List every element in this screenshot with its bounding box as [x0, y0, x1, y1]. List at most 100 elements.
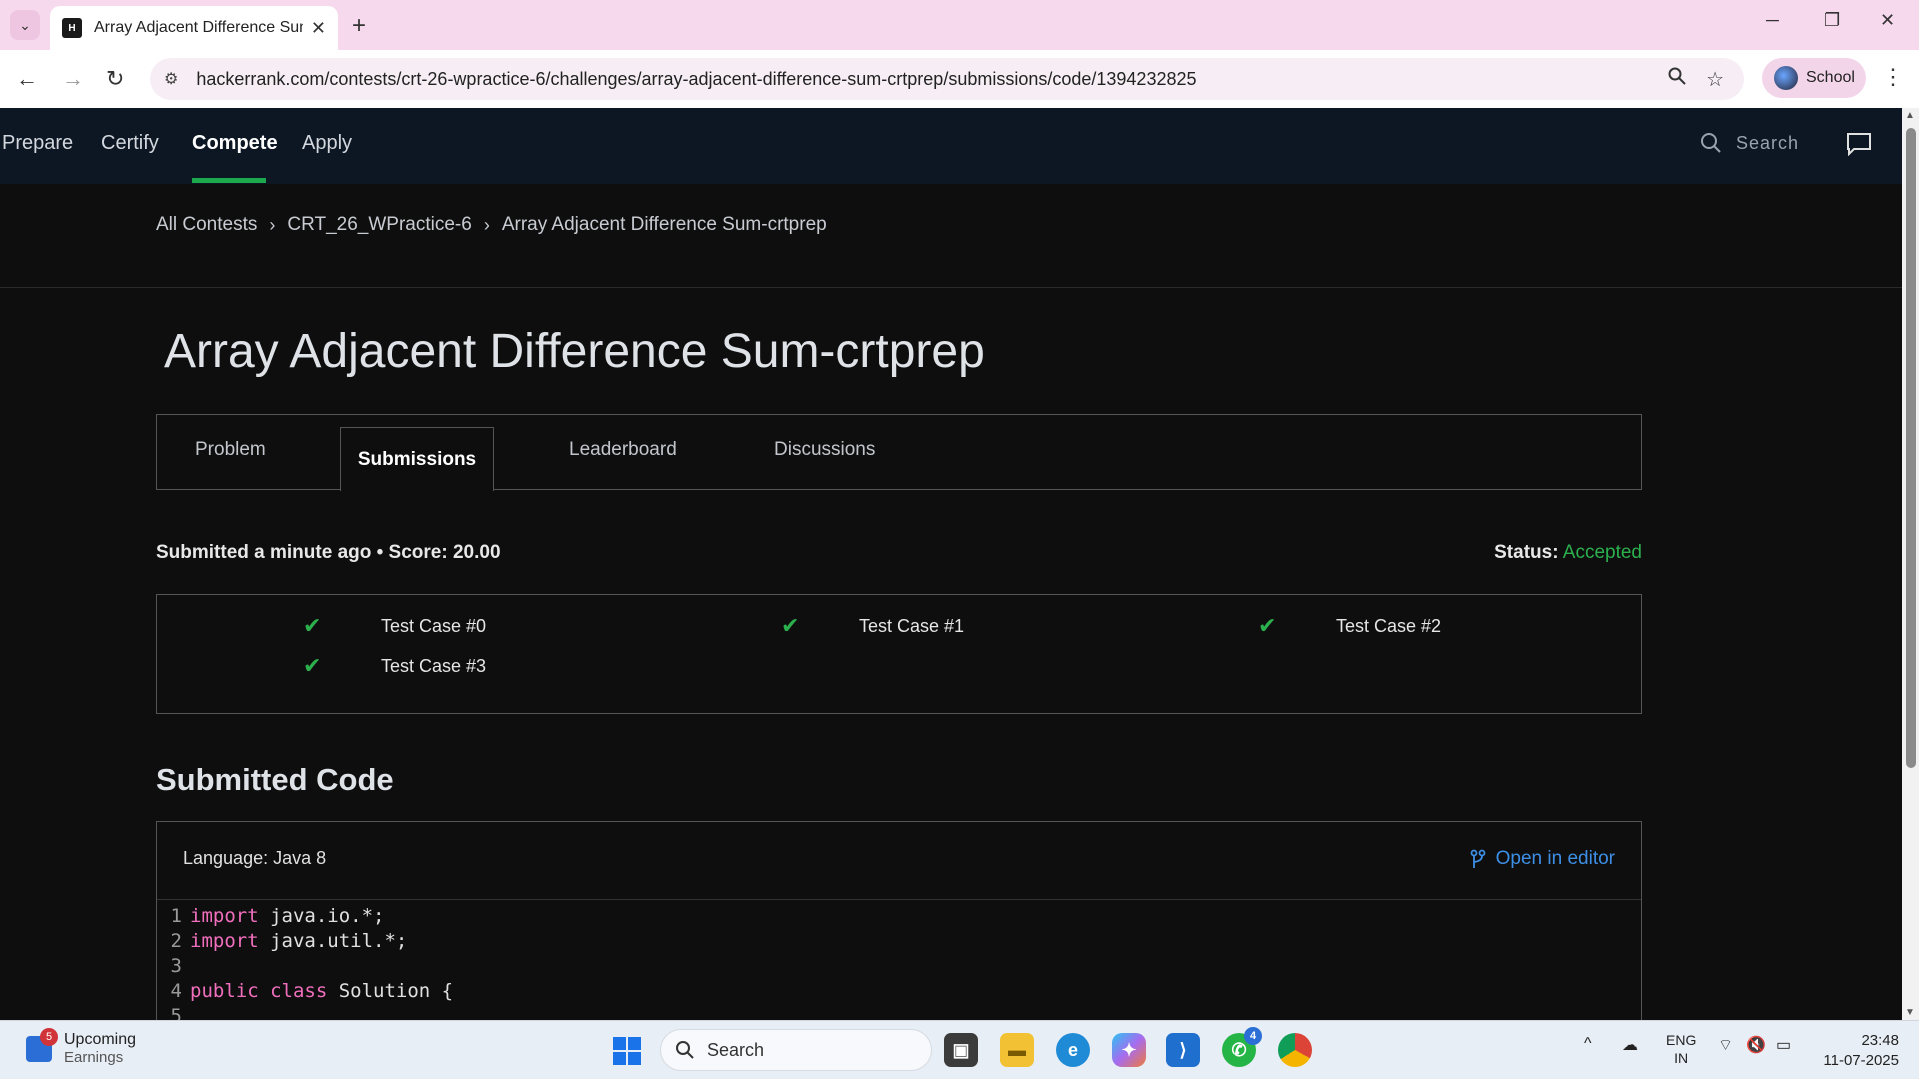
- page-content: Prepare Certify Compete Apply Search All…: [0, 108, 1902, 1020]
- breadcrumb-challenge[interactable]: Array Adjacent Difference Sum-crtprep: [502, 214, 827, 236]
- test-case-item[interactable]: ✔ Test Case #2: [1258, 613, 1441, 639]
- widget-badge: 5: [40, 1027, 58, 1046]
- status-badge: Accepted: [1562, 542, 1642, 563]
- site-info-icon[interactable]: ⚙: [164, 69, 178, 89]
- windows-taskbar: 5 Upcoming Earnings Search ▣ ▬ e ✦ ⟩ ✆ 4…: [0, 1020, 1919, 1079]
- chevron-right-icon: ›: [483, 214, 490, 235]
- test-case-label: Test Case #3: [381, 655, 487, 676]
- widget-icon: 5: [26, 1027, 58, 1062]
- scrollbar-thumb[interactable]: [1906, 128, 1916, 768]
- code-listing[interactable]: 1 import java.io.*; 2 import java.util.*; 3 4…: [157, 904, 454, 1020]
- code-keyword: public class: [190, 980, 328, 1002]
- edge-icon[interactable]: e: [1056, 1033, 1090, 1067]
- tab-submissions[interactable]: Submissions: [340, 427, 494, 491]
- task-view-icon[interactable]: ▣: [944, 1033, 978, 1067]
- code-line: 1 import java.io.*;: [157, 904, 453, 929]
- page-title: Array Adjacent Difference Sum-crtprep: [164, 325, 985, 378]
- windows-start-icon[interactable]: [613, 1037, 641, 1065]
- test-case-item[interactable]: ✔ Test Case #3: [303, 653, 486, 679]
- profile-button[interactable]: School: [1762, 58, 1866, 98]
- copilot-icon[interactable]: ✦: [1112, 1033, 1146, 1067]
- browser-tab-strip: ⌄ H Array Adjacent Difference Sum- ✕ + ─…: [0, 0, 1919, 50]
- vscode-icon[interactable]: ⟩: [1166, 1033, 1200, 1067]
- tab-problem[interactable]: Problem: [195, 439, 266, 461]
- status-label: Status:: [1494, 542, 1559, 563]
- back-icon[interactable]: ←: [16, 66, 38, 92]
- check-icon: ✔: [781, 613, 800, 638]
- tab-search-dropdown-icon[interactable]: ⌄: [10, 10, 40, 40]
- nav-compete[interactable]: Compete: [192, 132, 278, 155]
- url-text[interactable]: hackerrank.com/contests/crt-26-wpractice…: [196, 69, 1668, 90]
- breadcrumb-contest[interactable]: CRT_26_WPractice-6: [287, 214, 471, 236]
- code-text: import java.util.*;: [190, 930, 408, 952]
- forward-icon[interactable]: →: [62, 66, 84, 92]
- whatsapp-icon[interactable]: ✆ 4: [1222, 1027, 1262, 1067]
- wifi-icon[interactable]: ⌔: [1718, 1035, 1733, 1055]
- test-case-item[interactable]: ✔ Test Case #0: [303, 613, 486, 639]
- reload-icon[interactable]: ↻: [106, 66, 124, 92]
- code-text: public class Solution {: [190, 980, 454, 1002]
- address-bar[interactable]: ⚙ hackerrank.com/contests/crt-26-wpracti…: [150, 58, 1744, 100]
- new-tab-icon[interactable]: +: [352, 12, 366, 40]
- test-case-label: Test Case #2: [1336, 615, 1442, 636]
- scroll-up-icon[interactable]: ▲: [1905, 110, 1915, 121]
- challenge-tabs: Problem Submissions Leaderboard Discussi…: [156, 414, 1642, 491]
- language-indicator[interactable]: ENG IN: [1666, 1031, 1696, 1067]
- close-window-icon[interactable]: ✕: [1880, 10, 1895, 31]
- breadcrumb-all-contests[interactable]: All Contests: [156, 214, 257, 236]
- nav-apply[interactable]: Apply: [302, 132, 352, 155]
- system-clock[interactable]: 23:48 11-07-2025: [1823, 1031, 1899, 1071]
- test-case-label: Test Case #0: [381, 615, 487, 636]
- browser-menu-icon[interactable]: ⋮: [1882, 64, 1904, 90]
- code-text: import java.io.*;: [190, 905, 385, 927]
- test-case-panel: ✔ Test Case #0 ✔ Test Case #1 ✔ Test Cas…: [156, 594, 1642, 714]
- line-number: 1: [170, 905, 182, 927]
- lang-bottom: IN: [1674, 1050, 1689, 1066]
- breadcrumb-bar: All Contests › CRT_26_WPractice-6 › Arra…: [0, 184, 1902, 288]
- tab-leaderboard[interactable]: Leaderboard: [569, 439, 677, 461]
- test-case-item[interactable]: ✔ Test Case #1: [781, 613, 964, 639]
- restore-icon[interactable]: ❐: [1824, 10, 1840, 31]
- top-navigation: Prepare Certify Compete Apply Search: [0, 108, 1902, 184]
- battery-icon[interactable]: ▭: [1776, 1035, 1791, 1055]
- tab-discussions[interactable]: Discussions: [774, 439, 875, 461]
- widget-title: Upcoming: [64, 1031, 137, 1048]
- tab-title: Array Adjacent Difference Sum-: [94, 19, 303, 36]
- open-in-editor-label: Open in editor: [1495, 848, 1615, 869]
- page-scrollbar[interactable]: ▲ ▼: [1902, 108, 1919, 1020]
- chrome-icon[interactable]: [1278, 1033, 1312, 1067]
- branch-icon: [1470, 849, 1486, 868]
- scroll-down-icon[interactable]: ▼: [1905, 1007, 1915, 1018]
- line-number: 2: [170, 930, 182, 952]
- file-explorer-icon[interactable]: ▬: [1000, 1033, 1034, 1067]
- onedrive-icon[interactable]: ☁: [1622, 1035, 1638, 1055]
- browser-tab-active[interactable]: H Array Adjacent Difference Sum- ✕: [50, 6, 338, 50]
- tray-overflow-icon[interactable]: ^: [1584, 1035, 1592, 1053]
- line-number: 4: [170, 980, 182, 1002]
- zoom-icon[interactable]: [1668, 67, 1686, 91]
- nav-certify[interactable]: Certify: [101, 132, 159, 155]
- nav-search-placeholder: Search: [1736, 132, 1800, 153]
- nav-prepare[interactable]: Prepare: [2, 132, 73, 155]
- volume-muted-icon[interactable]: 🔇: [1746, 1035, 1766, 1055]
- taskbar-search-placeholder: Search: [707, 1039, 765, 1060]
- nav-active-indicator: [192, 178, 266, 183]
- tab-close-icon[interactable]: ✕: [311, 18, 326, 39]
- chevron-right-icon: ›: [269, 214, 276, 235]
- breadcrumb: All Contests › CRT_26_WPractice-6 › Arra…: [156, 214, 827, 236]
- code-line: 4 public class Solution {: [157, 979, 454, 1004]
- news-widget[interactable]: 5 Upcoming Earnings: [26, 1027, 137, 1066]
- line-number: 5: [170, 1005, 182, 1020]
- line-number: 3: [170, 955, 182, 977]
- open-in-editor-link[interactable]: Open in editor: [1470, 848, 1615, 870]
- code-keyword: import: [190, 905, 259, 927]
- profile-label: School: [1806, 69, 1855, 86]
- messages-icon[interactable]: [1846, 132, 1872, 161]
- check-icon: ✔: [303, 613, 322, 638]
- taskbar-search[interactable]: Search: [660, 1029, 932, 1071]
- minimize-icon[interactable]: ─: [1766, 10, 1779, 31]
- bookmark-star-icon[interactable]: ☆: [1706, 67, 1724, 92]
- lang-top: ENG: [1666, 1032, 1697, 1048]
- nav-search[interactable]: Search: [1700, 132, 1799, 154]
- code-line: 3: [157, 954, 453, 979]
